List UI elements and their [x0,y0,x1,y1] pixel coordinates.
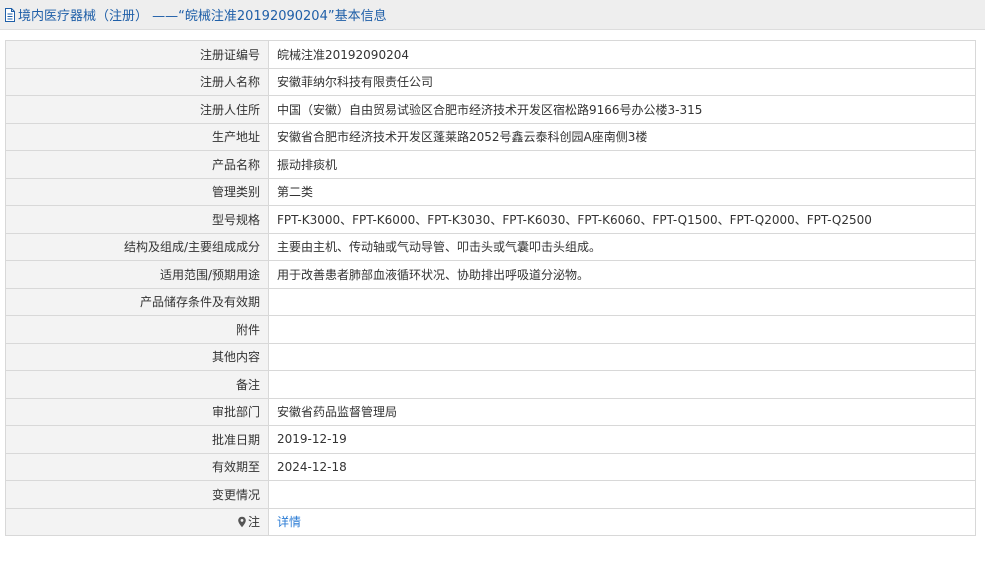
row-value [268,287,976,316]
row-label: 批准日期 [5,425,269,454]
row-value: FPT-K3000、FPT-K6000、FPT-K3030、FPT-K6030、… [268,205,976,234]
table-row: 生产地址 安徽省合肥市经济技术开发区蓬莱路2052号鑫云泰科创园A座南侧3楼 [5,122,976,151]
pin-icon [237,516,247,528]
row-value [268,370,976,399]
row-value: 2024-12-18 [268,452,976,481]
row-label: 管理类别 [5,177,269,206]
row-value [268,480,976,509]
row-value [268,342,976,371]
table-row: 附件 [5,315,976,344]
table-row: 适用范围/预期用途 用于改善患者肺部血液循环状况、协助排出呼吸道分泌物。 [5,260,976,289]
row-label: 型号规格 [5,205,269,234]
page-title: 境内医疗器械（注册） ——“皖械注准20192090204”基本信息 [18,9,387,24]
table-row: 结构及组成/主要组成成分 主要由主机、传动轴或气动导管、叩击头或气囊叩击头组成。 [5,232,976,261]
row-value: 皖械注准20192090204 [268,40,976,69]
info-table-container: 注册证编号 皖械注准20192090204 注册人名称 安徽菲纳尔科技有限责任公司 注册… [5,40,976,536]
row-label: 附件 [5,315,269,344]
table-row: 注册证编号 皖械注准20192090204 [5,40,976,69]
info-table-body: 注册证编号 皖械注准20192090204 注册人名称 安徽菲纳尔科技有限责任公司 注册… [5,40,976,509]
table-row: 注册人名称 安徽菲纳尔科技有限责任公司 [5,67,976,96]
row-label: 有效期至 [5,452,269,481]
table-row: 批准日期 2019-12-19 [5,425,976,454]
row-value: 主要由主机、传动轴或气动导管、叩击头或气囊叩击头组成。 [268,232,976,261]
document-icon [4,7,16,22]
table-row: 其他内容 [5,342,976,371]
info-table-note: 注 详情 [5,507,976,536]
row-label: 审批部门 [5,397,269,426]
table-row: 管理类别 第二类 [5,177,976,206]
table-row: 备注 [5,370,976,399]
row-value: 安徽菲纳尔科技有限责任公司 [268,67,976,96]
note-label: 注 [247,515,260,529]
row-value: 安徽省合肥市经济技术开发区蓬莱路2052号鑫云泰科创园A座南侧3楼 [268,122,976,151]
details-link[interactable]: 详情 [277,515,301,529]
row-label: 适用范围/预期用途 [5,260,269,289]
row-label: 产品名称 [5,150,269,179]
row-label: 注册人住所 [5,95,269,124]
row-label: 变更情况 [5,480,269,509]
row-value: 安徽省药品监督管理局 [268,397,976,426]
info-table: 注册证编号 皖械注准20192090204 注册人名称 安徽菲纳尔科技有限责任公司 注册… [5,40,976,536]
row-label: 其他内容 [5,342,269,371]
table-row: 产品储存条件及有效期 [5,287,976,316]
row-value [268,315,976,344]
row-value: 用于改善患者肺部血液循环状况、协助排出呼吸道分泌物。 [268,260,976,289]
note-value-cell: 详情 [268,507,976,536]
table-row: 有效期至 2024-12-18 [5,452,976,481]
row-value: 第二类 [268,177,976,206]
row-value: 中国（安徽）自由贸易试验区合肥市经济技术开发区宿松路9166号办公楼3-315 [268,95,976,124]
table-row: 审批部门 安徽省药品监督管理局 [5,397,976,426]
table-row: 产品名称 振动排痰机 [5,150,976,179]
table-row-note: 注 详情 [5,507,976,536]
row-label: 备注 [5,370,269,399]
row-value: 振动排痰机 [268,150,976,179]
row-label: 注册人名称 [5,67,269,96]
row-label: 产品储存条件及有效期 [5,287,269,316]
table-row: 型号规格 FPT-K3000、FPT-K6000、FPT-K3030、FPT-K6… [5,205,976,234]
row-label: 注册证编号 [5,40,269,69]
table-row: 变更情况 [5,480,976,509]
row-label: 结构及组成/主要组成成分 [5,232,269,261]
row-label: 生产地址 [5,122,269,151]
table-row: 注册人住所 中国（安徽）自由贸易试验区合肥市经济技术开发区宿松路9166号办公楼3… [5,95,976,124]
page-header: 境内医疗器械（注册） ——“皖械注准20192090204”基本信息 [0,0,985,30]
row-value: 2019-12-19 [268,425,976,454]
note-label-cell: 注 [5,507,269,536]
